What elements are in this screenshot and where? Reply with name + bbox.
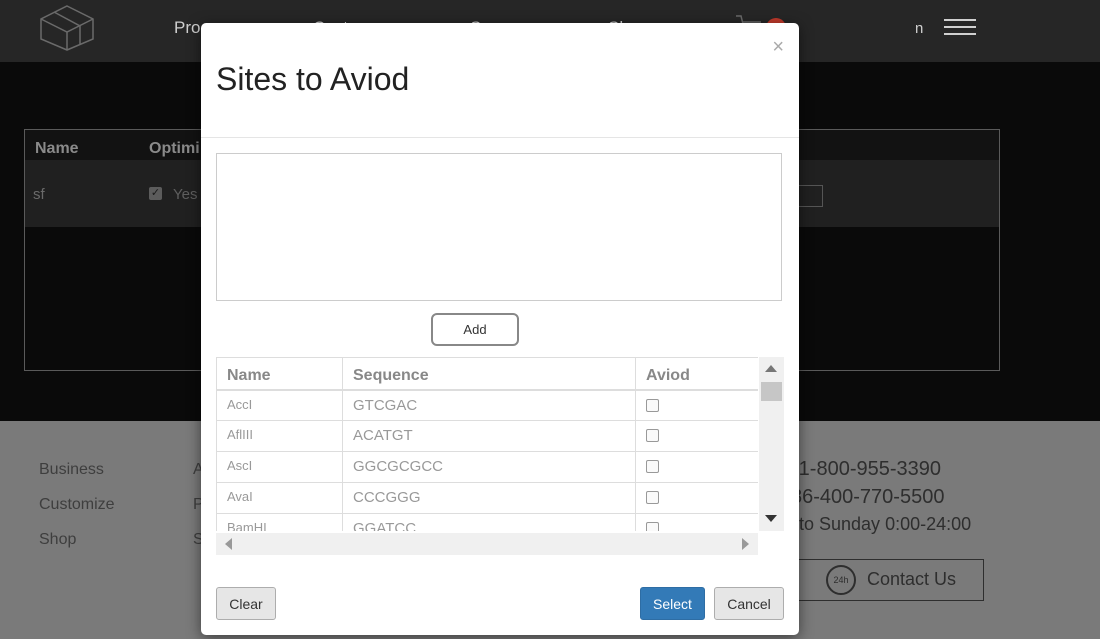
table-row[interactable]: AccI GTCGAC bbox=[216, 389, 758, 421]
scroll-right-arrow-icon[interactable] bbox=[742, 538, 749, 550]
footer-link-shop[interactable]: Shop bbox=[39, 531, 76, 549]
user-initial[interactable]: n bbox=[915, 20, 923, 37]
avoid-checkbox[interactable] bbox=[646, 460, 659, 473]
row-name: sf bbox=[33, 186, 45, 203]
enzyme-name: AscI bbox=[216, 451, 343, 483]
column-header-optimize: Optimi bbox=[149, 140, 200, 157]
enzyme-grid-viewport: Name Sequence Aviod AccI GTCGAC AflIII A… bbox=[216, 357, 758, 531]
avoid-cell bbox=[635, 451, 758, 483]
enzyme-name: AvaI bbox=[216, 482, 343, 514]
enzyme-sequence: CCCGGG bbox=[342, 482, 636, 514]
logo-cube-icon[interactable] bbox=[38, 4, 96, 52]
enzyme-name: AccI bbox=[216, 389, 343, 421]
select-button[interactable]: Select bbox=[640, 587, 705, 620]
table-row[interactable]: AflIII ACATGT bbox=[216, 420, 758, 452]
avoid-checkbox[interactable] bbox=[646, 491, 659, 504]
enzyme-sequence: GTCGAC bbox=[342, 389, 636, 421]
footer-link-business[interactable]: Business bbox=[39, 461, 104, 479]
avoid-checkbox[interactable] bbox=[646, 429, 659, 442]
table-header-row: Name Sequence Aviod bbox=[216, 357, 758, 391]
phone-number-2: 86-400-770-5500 bbox=[791, 486, 945, 508]
vertical-scroll-thumb[interactable] bbox=[761, 382, 782, 401]
table-row[interactable]: AvaI CCCGGG bbox=[216, 482, 758, 514]
enzyme-name: BamHI bbox=[216, 513, 343, 531]
modal-header: Sites to Aviod × bbox=[201, 23, 799, 138]
service-hours: to Sunday 0:00-24:00 bbox=[799, 514, 972, 534]
add-button[interactable]: Add bbox=[431, 313, 519, 346]
column-header-avoid[interactable]: Aviod bbox=[635, 357, 758, 391]
table-row[interactable]: BamHI GGATCC bbox=[216, 513, 758, 531]
enzyme-name: AflIII bbox=[216, 420, 343, 452]
row-option: Yes bbox=[173, 186, 198, 203]
enzyme-sequence: ACATGT bbox=[342, 420, 636, 452]
sequence-input[interactable] bbox=[216, 153, 782, 301]
avoid-checkbox[interactable] bbox=[646, 522, 659, 531]
column-header-name[interactable]: Name bbox=[216, 357, 343, 391]
table-row[interactable]: AscI GGCGCGCC bbox=[216, 451, 758, 483]
avoid-cell bbox=[635, 513, 758, 531]
enzyme-sequence: GGCGCGCC bbox=[342, 451, 636, 483]
enzyme-grid: Name Sequence Aviod AccI GTCGAC AflIII A… bbox=[216, 357, 784, 557]
nav-item-products[interactable]: Pro bbox=[174, 18, 200, 38]
cancel-button[interactable]: Cancel bbox=[714, 587, 784, 620]
avoid-checkbox[interactable] bbox=[646, 398, 659, 412]
vertical-scrollbar[interactable] bbox=[759, 357, 784, 531]
enzyme-sequence: GGATCC bbox=[342, 513, 636, 531]
phone-number-1: +1-800-955-3390 bbox=[787, 458, 942, 480]
avoid-cell bbox=[635, 389, 758, 421]
column-header-sequence[interactable]: Sequence bbox=[342, 357, 636, 391]
avoid-cell bbox=[635, 482, 758, 514]
column-header-name: Name bbox=[35, 140, 79, 157]
support-24h-icon-text: 24h bbox=[833, 575, 848, 585]
close-icon[interactable]: × bbox=[772, 36, 784, 59]
modal-title: Sites to Aviod bbox=[216, 61, 410, 97]
hamburger-menu-icon[interactable] bbox=[944, 19, 976, 37]
footer-link-customize[interactable]: Customize bbox=[39, 496, 115, 514]
contact-us-label: Contact Us bbox=[867, 569, 957, 589]
avoid-cell bbox=[635, 420, 758, 452]
clear-button[interactable]: Clear bbox=[216, 587, 276, 620]
enzyme-table: Name Sequence Aviod AccI GTCGAC AflIII A… bbox=[216, 357, 758, 531]
contact-us-button[interactable]: 24h Contact Us bbox=[796, 559, 984, 601]
horizontal-scrollbar[interactable] bbox=[216, 533, 758, 555]
optimize-checkbox[interactable]: ✓ bbox=[149, 187, 162, 200]
scroll-left-arrow-icon[interactable] bbox=[225, 538, 232, 550]
support-24h-icon: 24h bbox=[826, 565, 856, 595]
scroll-up-arrow-icon[interactable] bbox=[765, 365, 777, 372]
sites-to-avoid-modal: Sites to Aviod × Add Name Sequence Aviod… bbox=[201, 23, 799, 635]
scroll-down-arrow-icon[interactable] bbox=[765, 515, 777, 522]
